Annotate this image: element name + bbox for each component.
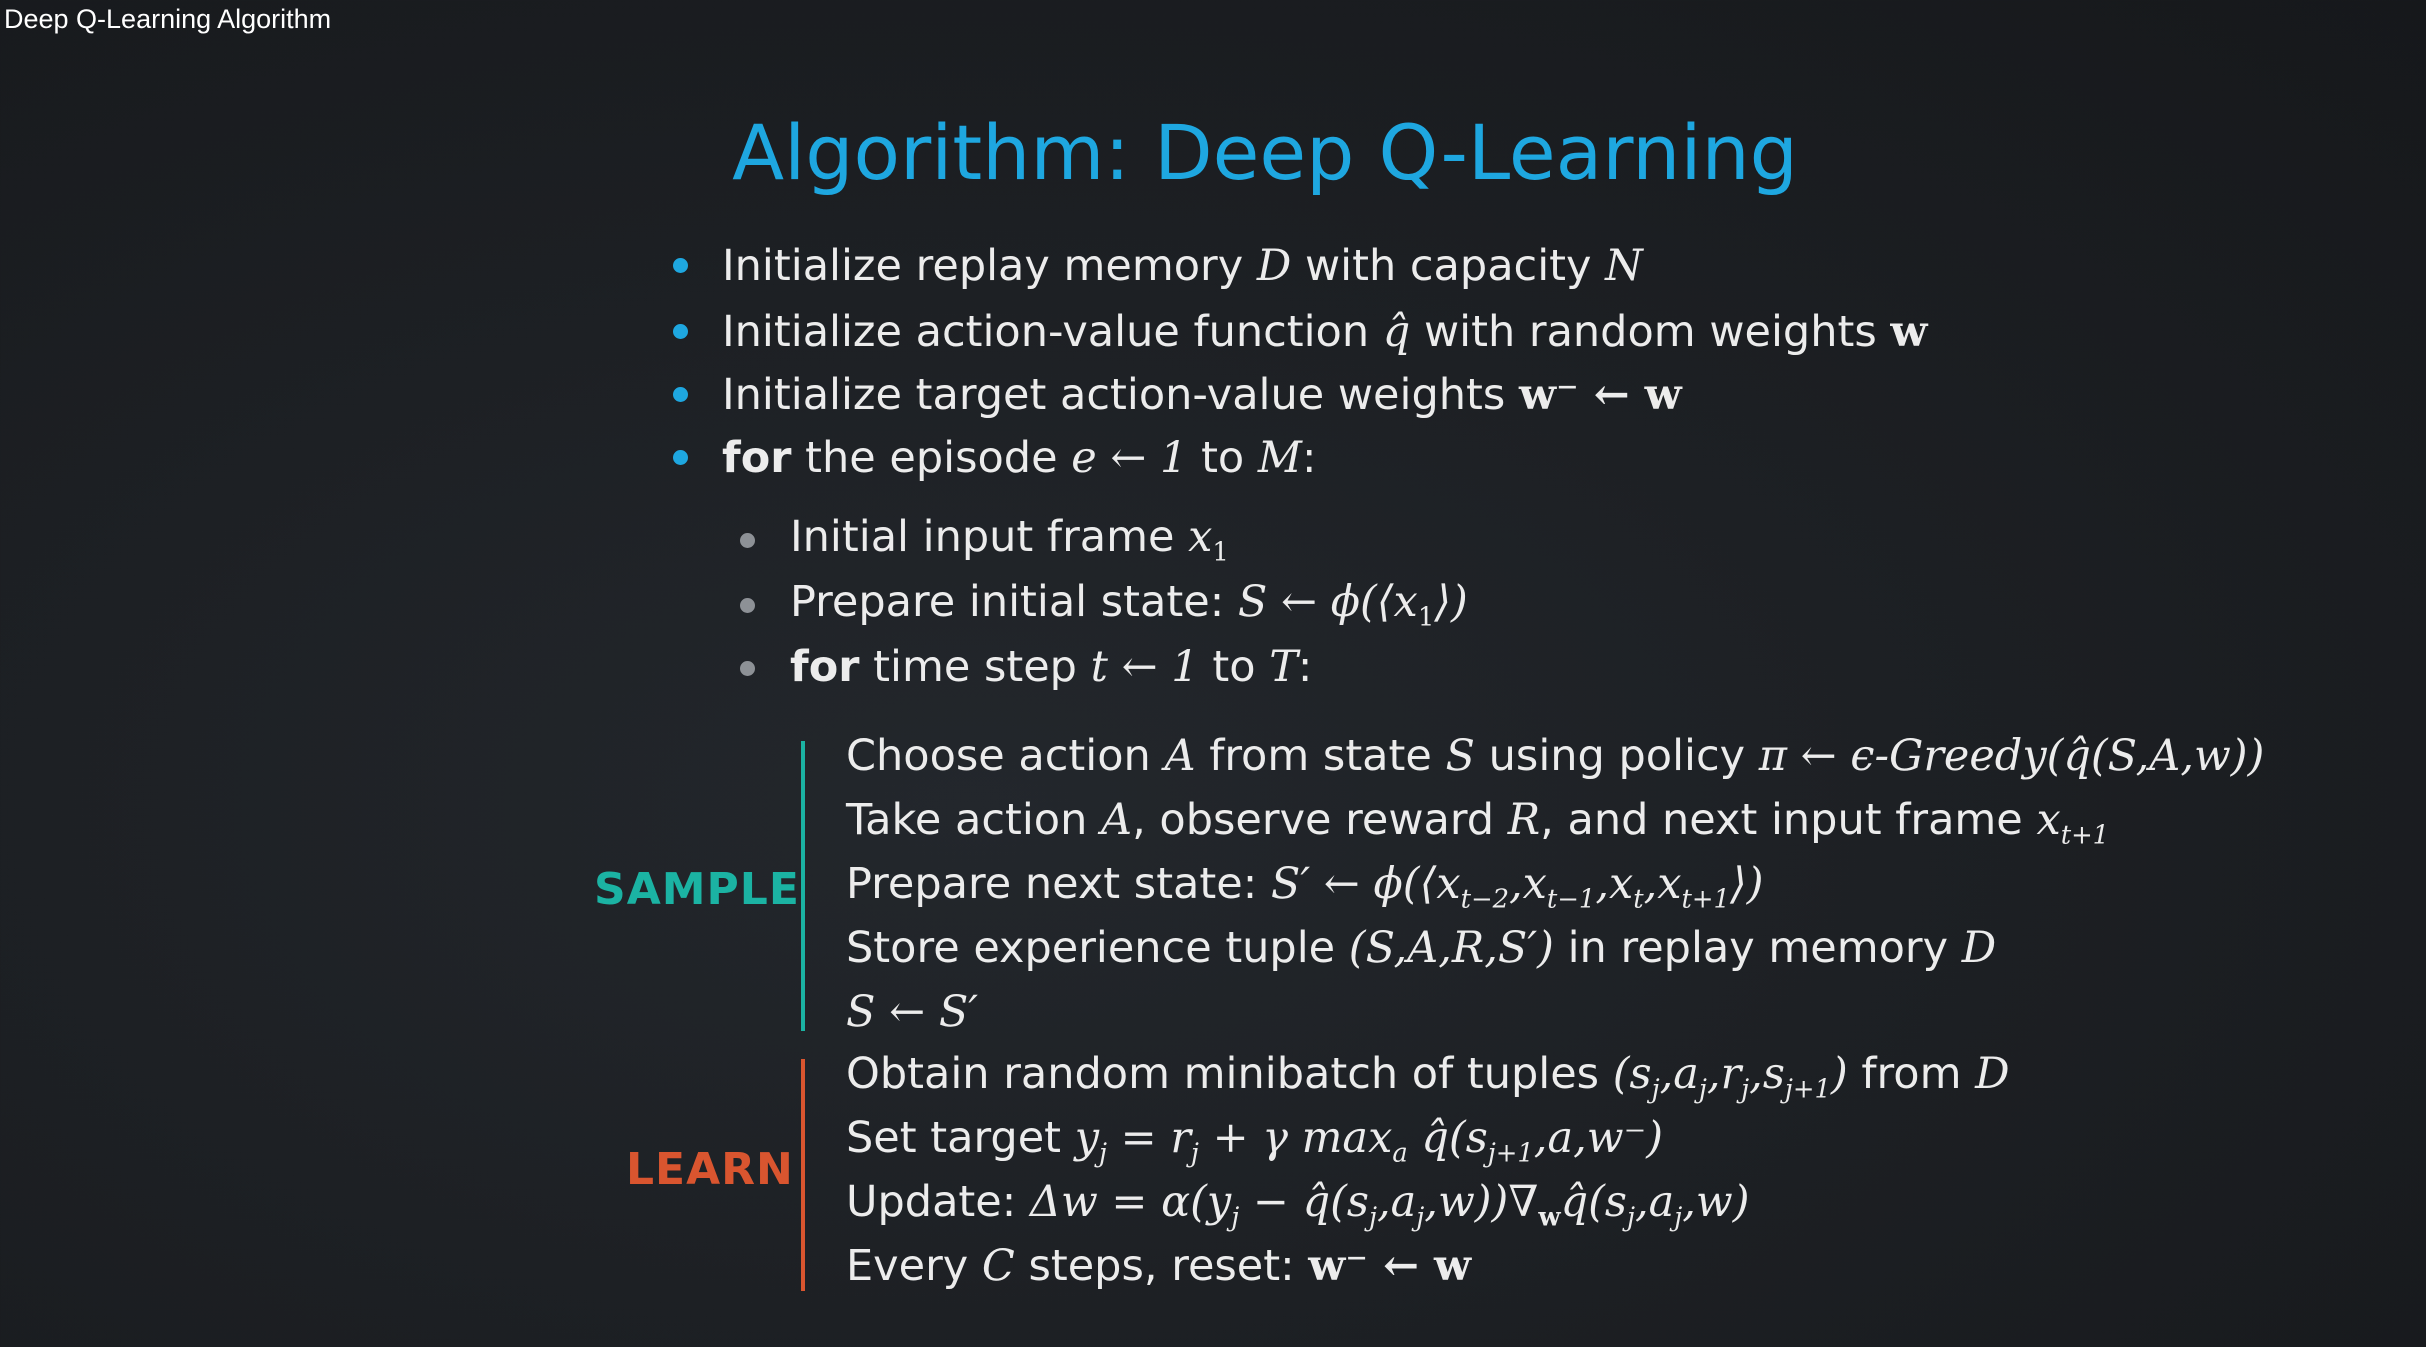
bullet-init-qfunc: Initialize action-value function q̂ with… <box>722 307 1928 357</box>
bullet-dot <box>673 258 688 273</box>
sub-bullet-for-timestep: for time step t ← 1 to T: <box>790 642 1313 692</box>
sample-label: SAMPLE <box>594 864 800 915</box>
bullet-init-target: Initialize target action-value weights w… <box>722 370 1682 420</box>
sample-bar <box>801 741 805 1031</box>
sub-bullet-dot <box>740 533 755 548</box>
video-title: Deep Q-Learning Algorithm <box>4 4 332 34</box>
learn-line-minibatch: Obtain random minibatch of tuples (sj,aj… <box>846 1049 2010 1105</box>
learn-line-reset: Every C steps, reset: w⁻ ← w <box>846 1241 1471 1291</box>
sample-line-state-update: S ← S′ <box>846 987 979 1037</box>
bullet-init-replay: Initialize replay memory D with capacity… <box>722 241 1643 291</box>
bullet-dot <box>673 387 688 402</box>
learn-label: LEARN <box>626 1144 794 1195</box>
sample-line-take-action: Take action A, observe reward R, and nex… <box>846 795 2110 851</box>
bullet-for-episode: for the episode e ← 1 to M: <box>722 433 1317 483</box>
bullet-dot <box>673 450 688 465</box>
sub-bullet-initial-state: Prepare initial state: S ← ϕ(⟨x1⟩) <box>790 577 1468 633</box>
slide-title: Algorithm: Deep Q-Learning <box>732 108 1798 197</box>
sample-line-store-experience: Store experience tuple (S,A,R,S′) in rep… <box>846 923 1997 973</box>
sub-bullet-dot <box>740 661 755 676</box>
sub-bullet-dot <box>740 598 755 613</box>
learn-line-update: Update: Δw = α(yj − q̂(sj,aj,w))∇wq̂(sj,… <box>846 1177 1750 1233</box>
sub-bullet-initial-frame: Initial input frame x1 <box>790 512 1229 568</box>
learn-line-set-target: Set target yj = rj + γ maxa q̂(sj+1,a,w⁻… <box>846 1113 1664 1169</box>
bullet-dot <box>673 324 688 339</box>
sample-line-next-state: Prepare next state: S′ ← ϕ(⟨xt−2,xt−1,xt… <box>846 859 1764 915</box>
sample-line-choose-action: Choose action A from state S using polic… <box>846 731 2265 781</box>
learn-bar <box>801 1059 805 1291</box>
